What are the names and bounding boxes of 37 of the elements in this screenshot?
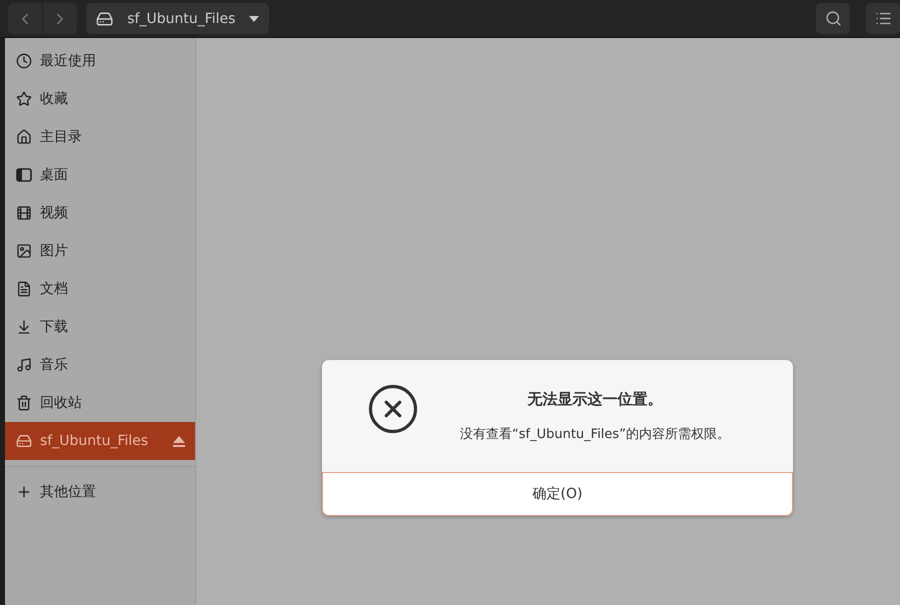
sidebar-item[interactable]: 文档 bbox=[5, 270, 195, 308]
sidebar-item-icon bbox=[16, 243, 32, 259]
desktop-icon bbox=[16, 167, 32, 183]
error-icon bbox=[366, 382, 420, 436]
sidebar-item-icon bbox=[16, 319, 32, 335]
caret-icon bbox=[249, 16, 259, 22]
sidebar-item[interactable]: 主目录 bbox=[5, 118, 195, 156]
ok-button[interactable]: 确定(O) bbox=[322, 472, 793, 516]
drive-icon bbox=[96, 10, 114, 28]
sidebar-item[interactable]: 视频 bbox=[5, 194, 195, 232]
dialog-message: 没有查看“sf_Ubuntu_Files”的内容所需权限。 bbox=[460, 426, 730, 443]
sidebar-item-icon bbox=[16, 129, 32, 145]
view-list-button[interactable] bbox=[866, 3, 900, 34]
sidebar-item[interactable]: 桌面 bbox=[5, 156, 195, 194]
sidebar-item[interactable]: sf_Ubuntu_Files bbox=[5, 422, 195, 460]
sidebar-item-icon bbox=[16, 357, 32, 373]
eject-icon[interactable] bbox=[173, 436, 185, 446]
sidebar-item-icon bbox=[16, 53, 32, 69]
sidebar-item[interactable]: 下载 bbox=[5, 308, 195, 346]
location-button[interactable]: sf_Ubuntu_Files bbox=[86, 3, 269, 34]
sidebar-item[interactable]: 收藏 bbox=[5, 80, 195, 118]
sidebar-item[interactable]: 最近使用 bbox=[5, 42, 195, 80]
sidebar-item-icon bbox=[16, 395, 32, 411]
dialog-title: 无法显示这一位置。 bbox=[527, 390, 662, 409]
search-icon bbox=[824, 10, 842, 27]
list-icon bbox=[874, 10, 892, 27]
plus-icon bbox=[16, 484, 32, 500]
sidebar-item-icon bbox=[16, 433, 32, 449]
sidebar-item[interactable]: 其他位置 bbox=[5, 473, 195, 511]
sidebar-item-icon bbox=[16, 91, 32, 107]
sidebar-item[interactable]: 图片 bbox=[5, 232, 195, 270]
sidebar-item[interactable]: 回收站 bbox=[5, 384, 195, 422]
search-button[interactable] bbox=[816, 3, 850, 34]
location-label: sf_Ubuntu_Files bbox=[127, 10, 236, 26]
sidebar-item-icon bbox=[16, 205, 32, 221]
sidebar-item[interactable]: 音乐 bbox=[5, 346, 195, 384]
sidebar-item-icon bbox=[16, 281, 32, 297]
